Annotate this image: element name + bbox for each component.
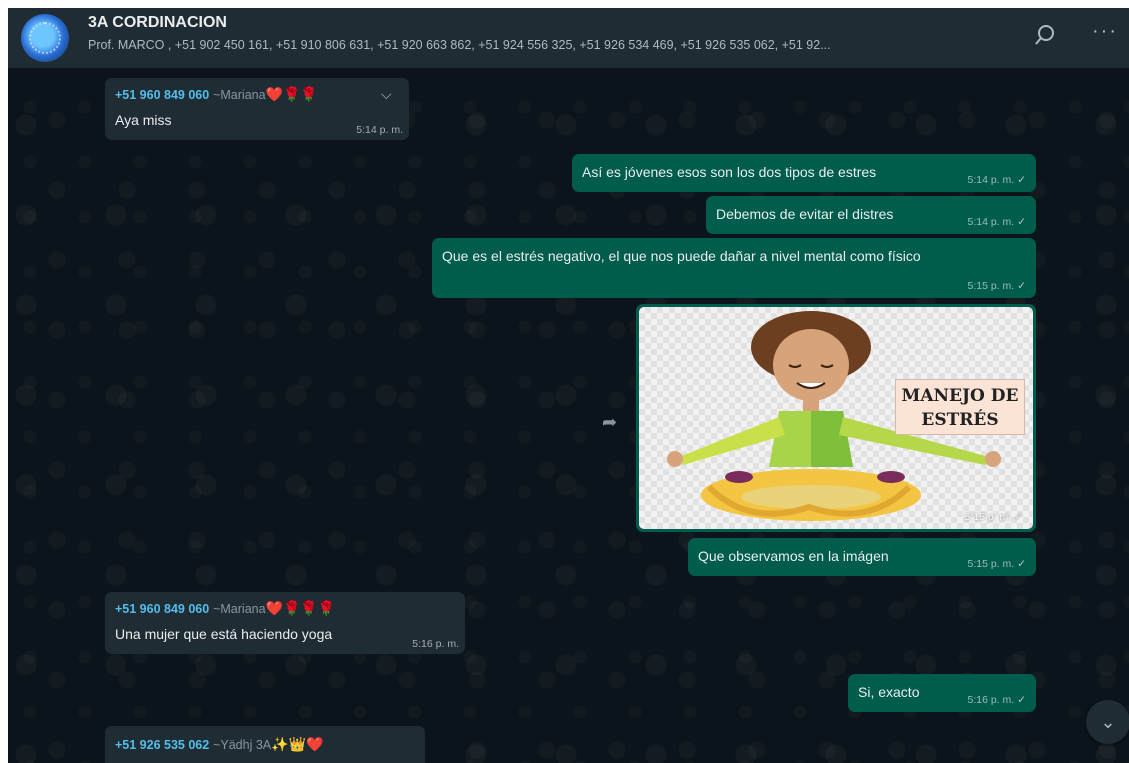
message-outgoing[interactable]: Si, exacto 5:16 p. m. ✓ bbox=[848, 674, 1036, 712]
message-time-status: 5:15 p. m. ✓ bbox=[967, 558, 1026, 570]
message-outgoing[interactable]: Así es jóvenes esos son los dos tipos de… bbox=[572, 154, 1036, 192]
image-caption-line1: MANEJO DE bbox=[901, 386, 1019, 406]
sent-check-icon: ✓ bbox=[1017, 174, 1026, 186]
chat-window: 3A CORDINACION Prof. MARCO , +51 902 450… bbox=[8, 8, 1129, 763]
sender-emojis: ❤️🌹🌹 bbox=[265, 86, 318, 102]
message-text: Que observamos en la imágen bbox=[698, 548, 889, 564]
sent-check-icon: ✓ bbox=[1017, 280, 1026, 292]
message-text: Si, exacto bbox=[858, 684, 920, 700]
stress-management-image[interactable]: MANEJO DE ESTRÉS 5:15 p. m. ✓ bbox=[639, 307, 1033, 529]
sent-check-icon: ✓ bbox=[1017, 558, 1026, 570]
message-time-status: 5:15 p. m. ✓ bbox=[967, 280, 1026, 292]
group-avatar[interactable] bbox=[21, 14, 69, 62]
message-image[interactable]: MANEJO DE ESTRÉS 5:15 p. m. ✓ bbox=[636, 304, 1036, 532]
message-outgoing[interactable]: Que es el estrés negativo, el que nos pu… bbox=[432, 238, 1036, 298]
sent-check-icon: ✓ bbox=[1014, 511, 1023, 523]
sender-phone[interactable]: +51 960 849 060 bbox=[115, 602, 209, 616]
message-sender-line: +51 926 535 062 ~Yädhj 3A✨👑❤️ bbox=[115, 736, 323, 753]
message-incoming[interactable]: +51 926 535 062 ~Yädhj 3A✨👑❤️ bbox=[105, 726, 425, 763]
message-outgoing[interactable]: Que observamos en la imágen 5:15 p. m. ✓ bbox=[688, 538, 1036, 576]
message-time: 5:16 p. m. bbox=[967, 694, 1015, 706]
message-text: Aya miss bbox=[115, 112, 172, 128]
chat-header[interactable]: 3A CORDINACION Prof. MARCO , +51 902 450… bbox=[8, 8, 1129, 68]
message-text: Debemos de evitar el distres bbox=[716, 206, 894, 222]
sender-phone[interactable]: +51 960 849 060 bbox=[115, 88, 209, 102]
forward-icon[interactable]: ➦ bbox=[602, 412, 617, 433]
chevron-down-icon[interactable]: ⌵ bbox=[381, 86, 392, 103]
sender-nickname: ~Mariana bbox=[213, 602, 266, 616]
message-time-status: 5:14 p. m. ✓ bbox=[967, 174, 1026, 186]
sender-nickname: ~Mariana bbox=[213, 88, 266, 102]
message-time: 5:16 p. m. bbox=[412, 638, 459, 650]
group-participants[interactable]: Prof. MARCO , +51 902 450 161, +51 910 8… bbox=[88, 38, 1008, 52]
message-time: 5:14 p. m. bbox=[967, 174, 1015, 186]
message-incoming[interactable]: +51 960 849 060 ~Mariana❤️🌹🌹🌹 Una mujer … bbox=[105, 592, 465, 654]
sender-emojis: ❤️🌹🌹🌹 bbox=[265, 600, 336, 616]
group-title[interactable]: 3A CORDINACION bbox=[88, 14, 227, 32]
chevron-down-icon[interactable]: ⌄ bbox=[1086, 700, 1129, 744]
message-time-status: 5:15 p. m. ✓ bbox=[964, 511, 1023, 523]
search-icon[interactable] bbox=[1034, 24, 1056, 46]
message-time: 5:15 p. m. bbox=[964, 511, 1012, 523]
sender-phone[interactable]: +51 926 535 062 bbox=[115, 738, 209, 752]
message-text: Una mujer que está haciendo yoga bbox=[115, 626, 333, 642]
sent-check-icon: ✓ bbox=[1017, 694, 1026, 706]
message-sender-line: +51 960 849 060 ~Mariana❤️🌹🌹 bbox=[115, 86, 318, 103]
message-text: Que es el estrés negativo, el que nos pu… bbox=[442, 248, 921, 264]
message-time: 5:15 p. m. bbox=[967, 558, 1015, 570]
message-time: 5:14 p. m. bbox=[967, 216, 1015, 228]
message-sender-line: +51 960 849 060 ~Mariana❤️🌹🌹🌹 bbox=[115, 600, 335, 617]
more-options-icon[interactable]: ··· bbox=[1092, 20, 1118, 43]
message-time-status: 5:14 p. m. ✓ bbox=[967, 216, 1026, 228]
message-text: Así es jóvenes esos son los dos tipos de… bbox=[582, 164, 877, 180]
image-caption-box: MANEJO DE ESTRÉS bbox=[895, 379, 1025, 435]
message-time: 5:14 p. m. bbox=[356, 124, 403, 136]
sent-check-icon: ✓ bbox=[1017, 216, 1026, 228]
sender-nickname: ~Yädhj 3A bbox=[213, 738, 272, 752]
message-time-status: 5:16 p. m. ✓ bbox=[967, 694, 1026, 706]
message-time: 5:15 p. m. bbox=[967, 280, 1015, 292]
message-incoming[interactable]: +51 960 849 060 ~Mariana❤️🌹🌹 ⌵ Aya miss … bbox=[105, 78, 409, 140]
image-caption-line2: ESTRÉS bbox=[921, 410, 999, 430]
sender-emojis: ✨👑❤️ bbox=[271, 736, 324, 752]
message-outgoing[interactable]: Debemos de evitar el distres 5:14 p. m. ✓ bbox=[706, 196, 1036, 234]
